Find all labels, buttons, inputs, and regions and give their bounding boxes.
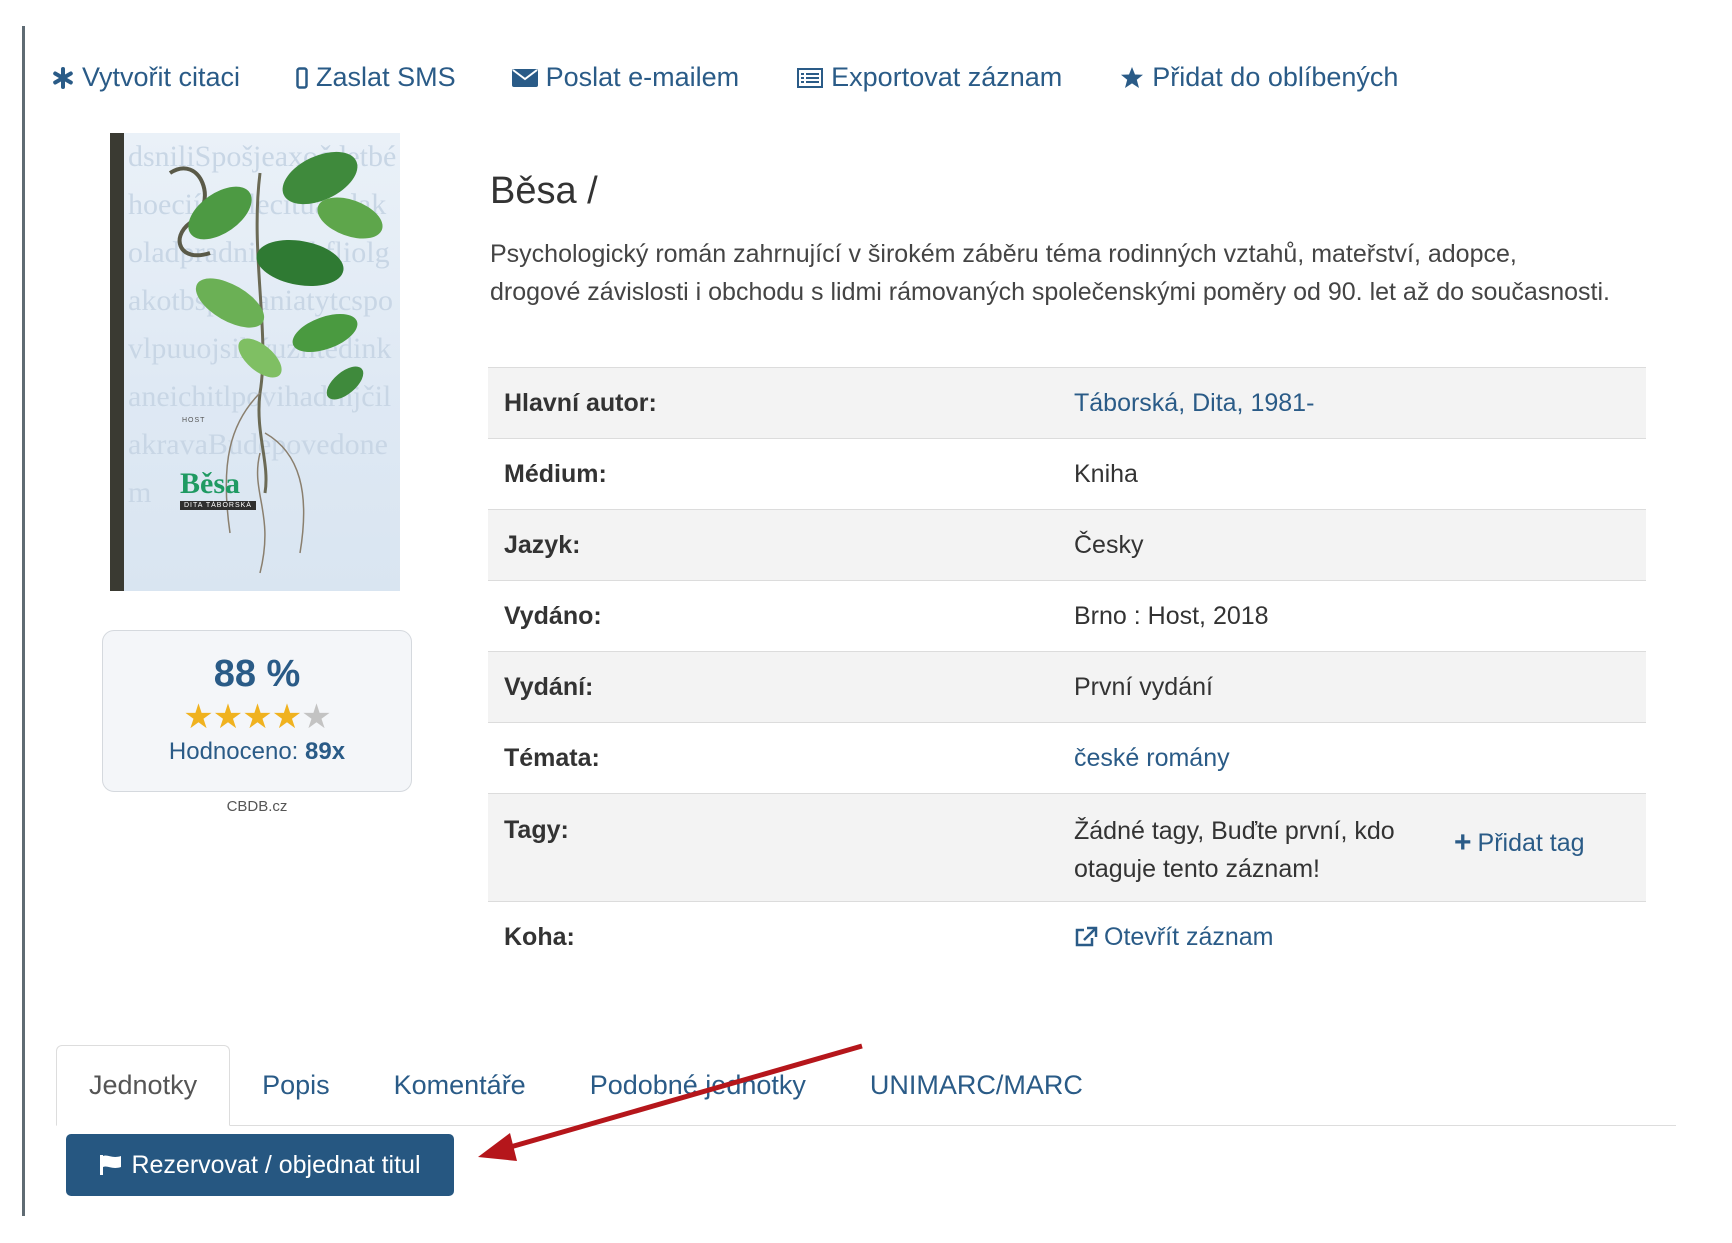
create-citation-link[interactable]: Vytvořit citaci [52, 62, 240, 93]
star-filled-icon: ★ [183, 698, 214, 736]
export-record-label: Exportovat záznam [831, 62, 1063, 92]
record-toolbar: Vytvořit citaci Zaslat SMS Poslat e-mail… [52, 62, 1398, 93]
send-email-link[interactable]: Poslat e-mailem [511, 62, 740, 93]
rating-box[interactable]: 88 % ★★★★★ Hodnoceno: 89x [102, 630, 412, 792]
cover-publisher: HOST [182, 417, 206, 424]
star-filled-icon: ★ [271, 698, 303, 736]
record-details-table: Hlavní autor: Táborská, Dita, 1981- Médi… [488, 367, 1646, 972]
record-tabs: Jednotky Popis Komentáře Podobné jednotk… [56, 1045, 1676, 1126]
rating-count-value: 89 [305, 738, 332, 765]
add-tag-link[interactable]: + Přidat tag [1454, 824, 1585, 862]
detail-row-language: Jazyk: Česky [488, 509, 1646, 580]
star-filled-icon: ★ [212, 698, 244, 736]
add-favorite-link[interactable]: Přidat do oblíbených [1120, 62, 1398, 93]
send-sms-label: Zaslat SMS [316, 62, 456, 92]
send-email-label: Poslat e-mailem [545, 62, 740, 92]
rating-count-suffix: x [331, 738, 346, 765]
detail-value: První vydání [1074, 672, 1213, 701]
detail-row-medium: Médium: Kniha [488, 438, 1646, 509]
detail-label: Vydáno: [504, 601, 602, 630]
detail-label: Jazyk: [504, 530, 581, 559]
envelope-icon [511, 68, 538, 88]
create-citation-label: Vytvořit citaci [82, 62, 241, 92]
cover-author: DITA TÁBORSKÁ [180, 501, 256, 510]
mobile-phone-icon [296, 66, 308, 89]
detail-value: Česky [1074, 530, 1144, 559]
detail-row-topics: Témata: české romány [488, 722, 1646, 793]
asterisk-icon [52, 66, 74, 89]
add-favorite-label: Přidat do oblíbených [1152, 62, 1399, 92]
star-icon [1120, 66, 1144, 89]
detail-value: Kniha [1074, 459, 1138, 488]
tab-units[interactable]: Jednotky [56, 1045, 231, 1126]
record-description: Psychologický román zahrnující v širokém… [490, 240, 1610, 306]
star-empty-icon: ★ [301, 698, 332, 736]
no-tags-text: Žádné tagy, Buďte první, kdo otaguje ten… [1074, 817, 1395, 883]
book-cover-image: dsniliSpošjeaxočdetbéhoeciínolilecituand… [110, 133, 400, 591]
open-record-link[interactable]: Otevřít záznam [1074, 923, 1274, 952]
topic-link[interactable]: české romány [1074, 723, 1646, 793]
plant-illustration [168, 151, 383, 574]
star-filled-icon: ★ [242, 698, 273, 736]
tab-description[interactable]: Popis [230, 1045, 362, 1125]
detail-label: Tagy: [504, 816, 569, 844]
record-title: Běsa / [490, 170, 598, 212]
rating-count: Hodnoceno: 89x [103, 738, 411, 766]
detail-label: Hlavní autor: [504, 388, 657, 417]
open-record-label: Otevřít záznam [1104, 922, 1274, 951]
tab-similar-units[interactable]: Podobné jednotky [558, 1045, 838, 1125]
detail-label: Médium: [504, 459, 607, 488]
detail-label: Vydání: [504, 672, 594, 701]
left-border [22, 26, 25, 1216]
plus-icon: + [1454, 826, 1472, 859]
reserve-title-button[interactable]: Rezervovat / objednat titul [66, 1134, 454, 1196]
rating-count-label: Hodnoceno: [168, 738, 299, 765]
detail-row-edition: Vydání: První vydání [488, 651, 1646, 722]
rating-percent: 88 % [213, 653, 301, 695]
detail-row-published: Vydáno: Brno : Host, 2018 [488, 580, 1646, 651]
tags-value: Žádné tagy, Buďte první, kdo otaguje ten… [1074, 794, 1646, 901]
detail-row-author: Hlavní autor: Táborská, Dita, 1981- [488, 367, 1646, 438]
flag-icon [100, 1155, 122, 1175]
tab-comments[interactable]: Komentáře [362, 1045, 558, 1125]
export-record-link[interactable]: Exportovat záznam [797, 62, 1062, 93]
list-alt-icon [797, 67, 824, 88]
send-sms-link[interactable]: Zaslat SMS [296, 62, 456, 93]
detail-row-tags: Tagy: Žádné tagy, Buďte první, kdo otagu… [488, 793, 1646, 901]
detail-label: Témata: [504, 743, 600, 772]
rating-source: CBDB.cz [226, 798, 288, 815]
author-link[interactable]: Táborská, Dita, 1981- [1074, 368, 1646, 438]
add-tag-label: Přidat tag [1477, 829, 1585, 857]
rating-stars: ★★★★★ [103, 698, 411, 736]
detail-label: Koha: [504, 922, 575, 951]
external-link-icon [1075, 926, 1098, 947]
cover-title: Běsa [180, 467, 240, 500]
koha-value: Otevřít záznam [1074, 902, 1646, 972]
tab-marc[interactable]: UNIMARC/MARC [838, 1045, 1115, 1125]
detail-row-koha: Koha: Otevřít záznam [488, 901, 1646, 972]
reserve-title-label: Rezervovat / objednat titul [131, 1150, 421, 1179]
detail-value: Brno : Host, 2018 [1074, 601, 1269, 630]
